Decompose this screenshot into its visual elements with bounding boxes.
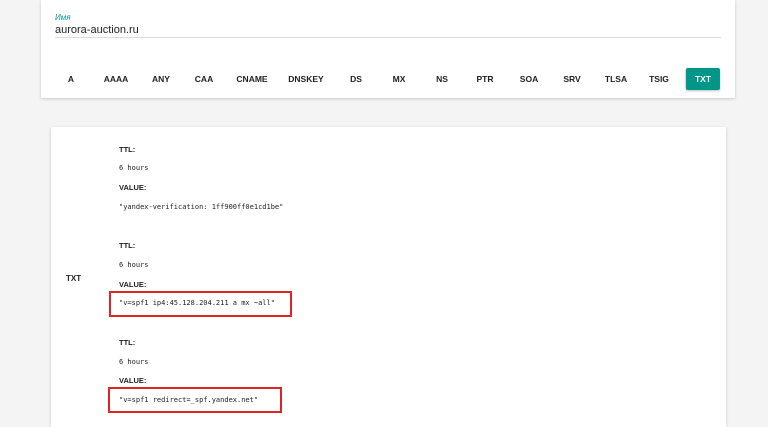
type-button-mx[interactable]: MX [384,68,415,90]
record-type-label: TXT [66,274,82,283]
highlight-box [109,291,292,317]
highlight-box [108,387,282,413]
ttl-label: TTL: [119,338,136,347]
query-card: Имя aurora-auction.ru A AAAA ANY CAA CNA… [41,0,735,98]
record-value: "yandex-verification: 1ff900ff0e1cd1be" [119,203,284,211]
type-button-tsig[interactable]: TSIG [640,68,678,90]
domain-input-underline [55,37,721,38]
domain-field-label: Имя [55,13,71,22]
value-label: VALUE: [119,280,147,289]
results-card: TXT TTL: 6 hours VALUE: "yandex-verifica… [51,127,726,427]
type-button-caa[interactable]: CAA [186,68,222,90]
type-button-any[interactable]: ANY [143,68,179,90]
type-button-tlsa[interactable]: TLSA [596,68,636,90]
type-button-srv[interactable]: SRV [554,68,589,90]
type-button-dnskey[interactable]: DNSKEY [279,68,332,90]
ttl-label: TTL: [119,241,136,250]
record-type-bar: A AAAA ANY CAA CNAME DNSKEY DS MX NS PTR… [41,68,735,90]
type-button-cname[interactable]: CNAME [227,68,276,90]
type-button-ds[interactable]: DS [341,68,371,90]
type-button-a[interactable]: A [59,68,83,90]
value-label: VALUE: [119,376,147,385]
type-button-aaaa[interactable]: AAAA [95,68,138,90]
type-button-soa[interactable]: SOA [511,68,547,90]
ttl-value: 6 hours [119,358,149,366]
type-button-txt[interactable]: TXT [685,68,721,90]
type-button-ptr[interactable]: PTR [468,68,503,90]
type-button-ns[interactable]: NS [427,68,457,90]
value-label: VALUE: [119,183,147,192]
ttl-value: 6 hours [119,164,149,172]
ttl-label: TTL: [119,145,136,154]
domain-input[interactable]: aurora-auction.ru [55,24,139,36]
ttl-value: 6 hours [119,261,149,269]
